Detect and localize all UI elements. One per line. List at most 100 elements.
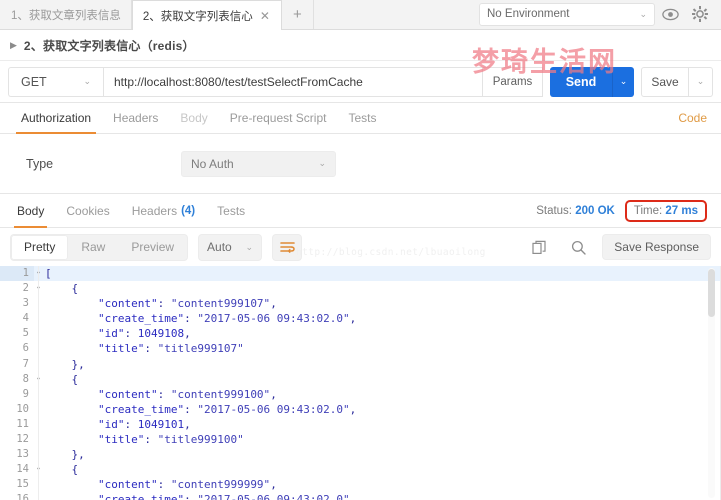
code-line: 11 "id": 1049101, [0,416,721,433]
copy-icon[interactable] [524,234,554,260]
line-number: 4 [0,311,34,327]
url-row: GET ⌄ http://localhost:8080/test/testSel… [8,66,713,97]
line-number: 7 [0,356,34,372]
time-highlight-box: Time: 27 ms [624,199,707,222]
response-body-code[interactable]: 1▾[2▾ {3 "content": "content999107",4 "c… [0,266,721,500]
line-number: 3 [0,296,34,312]
response-scrollbar-thumb[interactable] [708,269,715,317]
send-button[interactable]: Send [550,66,612,97]
request-tab-strip: 1、获取文章列表信息 2、获取文字列表信心 ✕ + No Environment… [0,0,721,30]
response-tab-headers-label: Headers [131,203,178,218]
page-title: 2、获取文字列表信心（redis） [23,38,195,53]
response-tab-tests[interactable]: Tests [206,194,256,228]
code-text: "create_time": "2017-05-06 09:43:02.0", [97,402,357,416]
view-mode-pretty[interactable]: Pretty [11,234,69,260]
code-line: 6 "title": "title999107" [0,341,721,357]
tab-strip-spacer [314,0,479,29]
code-text: "title": "title999107" [97,342,244,356]
view-mode-preview[interactable]: Preview [118,235,187,260]
code-text: { [45,372,79,386]
code-text: "id": 1049108, [97,327,191,341]
tab-body[interactable]: Body [169,103,218,134]
request-tab-2[interactable]: 2、获取文字列表信心 ✕ [131,0,282,30]
line-number: 2 [0,281,34,297]
code-text: "content": "content999107", [97,297,277,311]
request-tab-1-label: 1、获取文章列表信息 [11,9,121,22]
code-text: "create_time": "2017-05-06 09:43:02.0", [97,312,357,326]
response-viewer-toolbar: Pretty Raw Preview Auto ⌄ Save Response [0,228,721,266]
response-tab-cookies[interactable]: Cookies [55,194,120,228]
url-input[interactable]: http://localhost:8080/test/testSelectFro… [103,66,483,97]
save-options-chevron-down-icon[interactable]: ⌄ [689,66,713,97]
format-select[interactable]: Auto ⌄ [198,233,263,261]
view-mode-segmented-control: Pretty Raw Preview [10,233,189,261]
search-icon[interactable] [563,234,593,260]
wrap-lines-icon[interactable] [272,233,303,261]
tab-tests[interactable]: Tests [337,103,387,134]
line-number: 8 [0,371,34,387]
code-line: 7 }, [0,356,721,372]
status-badge: Status: 200 OK [536,205,615,217]
response-body-viewer[interactable]: 1▾[2▾ {3 "content": "content999107",4 "c… [0,266,721,500]
response-status-group: Status: 200 OK Time: 27 ms [536,199,715,222]
add-tab-button[interactable]: + [282,0,314,29]
request-title-bar: ▶ 2、获取文字列表信心（redis） [0,30,721,61]
request-tab-1[interactable]: 1、获取文章列表信息 [0,0,132,29]
eye-icon[interactable] [655,1,685,27]
tab-headers[interactable]: Headers [102,103,169,134]
line-number: 11 [0,416,34,433]
code-text: { [45,463,79,477]
gear-icon[interactable] [685,1,715,27]
code-line: 8▾ { [0,371,721,387]
line-number: 13 [0,447,34,463]
code-link[interactable]: Code [678,111,711,125]
auth-type-select[interactable]: No Auth ⌄ [181,150,336,177]
view-mode-raw[interactable]: Raw [68,235,118,260]
code-line: 3 "content": "content999107", [0,296,721,312]
format-select-value: Auto [207,240,232,254]
code-line: 13 }, [0,447,721,463]
chevron-down-icon: ⌄ [318,158,326,168]
environment-controls: No Environment ⌄ [479,0,721,29]
code-text: }, [45,448,85,462]
save-response-button[interactable]: Save Response [602,234,711,260]
time-badge: Time: 27 ms [634,205,698,217]
chevron-down-icon: ⌄ [245,241,254,252]
response-tab-cookies-label: Cookies [66,203,110,218]
send-options-chevron-down-icon[interactable]: ⌄ [612,66,634,97]
code-text: [ [45,267,52,280]
code-line: 4 "create_time": "2017-05-06 09:43:02.0"… [0,311,721,327]
code-text: "create_time": "2017-05-06 09:43:02.0", [97,493,357,500]
code-line: 16 "create_time": "2017-05-06 09:43:02.0… [0,492,721,500]
status-value: 200 OK [575,204,615,217]
code-text: }, [45,357,85,371]
auth-type-value: No Auth [191,156,234,171]
save-button[interactable]: Save [641,66,689,97]
url-bar: GET ⌄ http://localhost:8080/test/testSel… [0,61,721,103]
response-tab-headers[interactable]: Headers (4) [121,194,206,228]
code-text: "content": "content999999", [97,478,277,492]
response-tab-tests-label: Tests [217,203,246,218]
code-line: 2▾ { [0,281,721,297]
response-tab-body[interactable]: Body [6,194,55,228]
url-input-value: http://localhost:8080/test/testSelectFro… [114,74,363,89]
params-button[interactable]: Params [483,66,543,97]
line-number: 5 [0,326,34,342]
response-tabs-bar: Body Cookies Headers (4) Tests Status: 2… [0,194,721,228]
send-button-group: Send ⌄ [550,66,634,97]
close-icon[interactable]: ✕ [259,10,271,22]
http-method-select[interactable]: GET ⌄ [8,66,103,97]
code-line: 9 "content": "content999100", [0,386,721,402]
code-line: 12 "title": "title999100" [0,432,721,448]
time-value: 27 ms [665,204,698,217]
authorization-panel: Type No Auth ⌄ [0,134,721,194]
caret-right-icon[interactable]: ▶ [10,40,17,50]
tab-pre-request-script[interactable]: Pre-request Script [219,103,338,134]
environment-select[interactable]: No Environment ⌄ [479,2,655,26]
code-text: "content": "content999100", [97,387,277,401]
save-button-group: Save ⌄ [641,66,713,97]
auth-type-label: Type [26,156,54,171]
tab-authorization[interactable]: Authorization [10,103,102,134]
code-text: "id": 1049101, [97,417,191,431]
code-line: 5 "id": 1049108, [0,326,721,342]
